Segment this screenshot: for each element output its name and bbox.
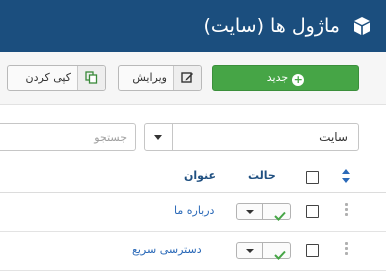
status-toggle[interactable] xyxy=(236,242,291,260)
check-icon[interactable] xyxy=(274,245,286,264)
drag-handle-icon[interactable] xyxy=(344,242,348,258)
chevron-down-icon[interactable] xyxy=(237,204,263,219)
copy-button-label: کپی کردن xyxy=(25,71,71,84)
row-checkbox[interactable] xyxy=(306,244,319,257)
new-button-label: جدید xyxy=(266,71,289,84)
edit-button[interactable]: ویرایش xyxy=(118,65,202,91)
chevron-down-icon xyxy=(145,124,173,150)
table-row: دسترسی سریع xyxy=(0,232,386,271)
new-button[interactable]: +جدید xyxy=(212,65,359,91)
row-title-link[interactable]: درباره ما xyxy=(174,204,214,217)
filter-bar: سایت xyxy=(0,105,386,160)
copy-button[interactable]: کپی کردن xyxy=(7,65,106,91)
plus-icon: + xyxy=(292,73,305,86)
drag-handle-icon[interactable] xyxy=(344,203,348,219)
client-select-value: سایت xyxy=(319,130,348,144)
page-title: ماژول ها (سایت) xyxy=(203,15,341,37)
sort-icon[interactable] xyxy=(342,169,350,183)
cube-icon xyxy=(352,16,372,36)
select-all-checkbox[interactable] xyxy=(306,171,319,184)
search-input[interactable] xyxy=(0,123,136,151)
edit-button-label: ویرایش xyxy=(132,71,167,84)
toolbar: +جدید ویرایش کپی کردن xyxy=(0,52,386,105)
check-icon[interactable] xyxy=(274,206,286,225)
status-toggle[interactable] xyxy=(236,203,291,221)
column-title[interactable]: عنوان xyxy=(184,169,216,182)
chevron-down-icon[interactable] xyxy=(237,243,263,258)
row-title-link[interactable]: دسترسی سریع xyxy=(132,243,202,256)
row-checkbox[interactable] xyxy=(306,205,319,218)
table-row: درباره ما xyxy=(0,193,386,232)
page-header: ماژول ها (سایت) xyxy=(0,0,386,52)
column-status[interactable]: حالت xyxy=(248,169,276,182)
edit-icon xyxy=(173,66,201,90)
client-select[interactable]: سایت xyxy=(144,123,359,151)
copy-icon xyxy=(77,66,105,90)
table-header: حالت عنوان xyxy=(0,160,386,193)
